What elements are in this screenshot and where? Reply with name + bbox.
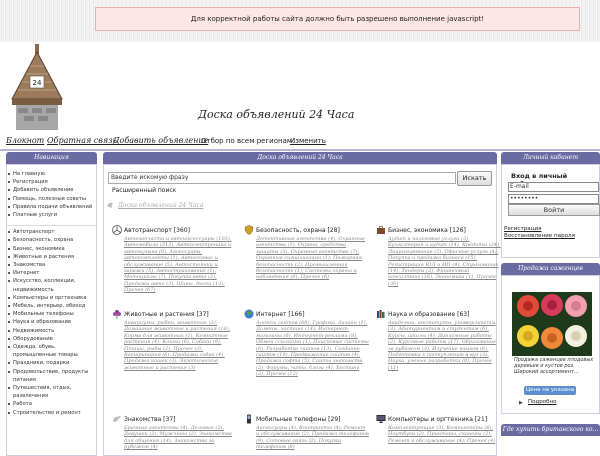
nav-cat-equipment[interactable]: Оборудование bbox=[7, 335, 96, 343]
nav-cat-business[interactable]: Бизнес, экономика bbox=[7, 245, 96, 253]
category-title[interactable]: Автотранспорт [360] bbox=[112, 226, 237, 236]
category-security: Безопасность, охрана [28] Детективные аг… bbox=[244, 225, 369, 281]
bottom-right-header: Где купить британского ко... bbox=[501, 424, 600, 436]
login-button[interactable]: Войти bbox=[508, 204, 600, 216]
category-subs[interactable]: Аудит и налоговые услуги (3), Бухгалтери… bbox=[376, 236, 501, 287]
dove-icon bbox=[113, 415, 121, 422]
category-subs[interactable]: Анонсы сайтов (68), Графика, дизайн (1),… bbox=[244, 320, 369, 378]
category-business: Бизнес, экономика [126] Аудит и налоговы… bbox=[376, 226, 501, 287]
roses-image[interactable] bbox=[512, 292, 592, 356]
category-subs[interactable]: Брачные агентства (4), Деловые (2), Деву… bbox=[112, 425, 237, 451]
nav-cat-animals[interactable]: Животные и растения bbox=[7, 253, 96, 261]
search-button[interactable]: Искать bbox=[457, 171, 492, 186]
nav-cat-phones[interactable]: Мобильные телефоны bbox=[7, 310, 96, 318]
category-title[interactable]: Наука и образование [63] bbox=[376, 310, 501, 320]
category-animals: Животные и растения [37] Аквариумы, рыбк… bbox=[112, 310, 237, 371]
category-subs[interactable]: Комплектующие (3), Компьютеры (6), Ноутб… bbox=[376, 425, 501, 444]
nav-cat-art[interactable]: Искусство, коллекции, недвижимость bbox=[7, 277, 96, 293]
bird-icon bbox=[107, 202, 113, 208]
category-title[interactable]: Животные и растения [37] bbox=[112, 310, 237, 320]
advanced-search-link[interactable]: Расширенный поиск bbox=[112, 187, 176, 194]
arrow-right-icon: ▶ bbox=[519, 400, 523, 406]
nav-cat-computers[interactable]: Компьютеры и оргтехника bbox=[7, 294, 96, 302]
category-subs[interactable]: Академии, институты, университеты (3), А… bbox=[376, 320, 501, 371]
nav-cat-travel[interactable]: Путешествия, отдых, развлечения bbox=[7, 384, 96, 400]
nav-add-ad[interactable]: Добавить объявление bbox=[7, 186, 96, 194]
nav-cat-furniture[interactable]: Мебель, интерьер, обиход bbox=[7, 302, 96, 310]
nav-home[interactable]: На главную bbox=[7, 170, 96, 178]
search-input[interactable]: Введите искомую фразу bbox=[108, 172, 456, 184]
svg-text:24: 24 bbox=[33, 79, 42, 87]
email-field[interactable]: E-mail bbox=[508, 182, 599, 192]
restore-password-link[interactable]: Восстановление пароля bbox=[504, 233, 575, 240]
category-title[interactable]: Интернет [166] bbox=[244, 310, 369, 320]
nav-paid[interactable]: Платные услуги bbox=[7, 211, 96, 219]
nav-cat-dating[interactable]: Знакомства bbox=[7, 261, 96, 269]
category-internet: Интернет [166] Анонсы сайтов (68), Графи… bbox=[244, 309, 369, 378]
password-field[interactable]: •••••••• bbox=[508, 194, 599, 204]
nav-cat-food[interactable]: Продовольствие, продукты питания bbox=[7, 368, 96, 384]
nav-cat-clothes[interactable]: Одежда, обувь, промышленные товары bbox=[7, 343, 96, 359]
nav-cat-holidays[interactable]: Праздники, подарки bbox=[7, 359, 96, 367]
category-phones: Мобильные телефоны [29] Аксессуары (4), … bbox=[244, 414, 369, 451]
category-subs[interactable]: Детективные агентства (4), Охранные аген… bbox=[244, 236, 369, 281]
globe-icon bbox=[244, 309, 254, 319]
price-button[interactable]: Цена на указана bbox=[524, 386, 576, 395]
register-link[interactable]: Регистрация bbox=[504, 226, 575, 233]
center-column-header: Доска объявлений 24 Часа bbox=[103, 152, 497, 164]
category-science: Наука и образование [63] Академии, инсти… bbox=[376, 310, 501, 371]
category-subs[interactable]: Автозапчасти и автоаксессуары (103), Авт… bbox=[112, 236, 237, 294]
promo-header: Продажа саженцев bbox=[501, 263, 600, 275]
category-title[interactable]: Бизнес, экономика [126] bbox=[376, 226, 501, 236]
change-region-link[interactable]: Изменить bbox=[290, 137, 326, 145]
category-subs[interactable]: Аксессуары (4), Контракты (4), Ремонт и … bbox=[244, 425, 369, 451]
add-ad-link[interactable]: Добавить объявление bbox=[113, 136, 208, 145]
nav-cat-science[interactable]: Наука и образование bbox=[7, 318, 96, 326]
category-title[interactable]: Компьютеры и оргтехника [21] bbox=[376, 415, 501, 425]
briefcase-icon bbox=[377, 226, 385, 234]
books-icon bbox=[377, 310, 385, 318]
nav-cat-security[interactable]: Безопасность, охрана bbox=[7, 236, 96, 244]
nav-divider bbox=[0, 149, 600, 151]
javascript-notice: Для корректной работы сайта должно быть … bbox=[95, 7, 580, 31]
region-label: Отбор по всем регионам. bbox=[201, 137, 295, 145]
nav-cat-auto[interactable]: Автотранспорт bbox=[7, 228, 96, 236]
cabinet-links: Регистрация Восстановление пароля bbox=[504, 226, 575, 240]
shield-icon bbox=[244, 225, 254, 235]
nav-cat-construction[interactable]: Строительство и ремонт bbox=[7, 409, 96, 417]
more-link[interactable]: Подробно bbox=[528, 399, 557, 405]
category-title[interactable]: Знакомства [37] bbox=[112, 415, 237, 425]
category-title[interactable]: Мобильные телефоны [29] bbox=[244, 415, 369, 425]
category-subs[interactable]: Аквариумы, рыбки, животные (3), Домашние… bbox=[112, 320, 237, 371]
category-dating: Знакомства [37] Брачные агентства (4), Д… bbox=[112, 415, 237, 451]
left-navigation: На главную Регистрация Добавить объявлен… bbox=[7, 170, 96, 417]
left-column-header: Навигация bbox=[6, 152, 97, 164]
site-title: Доска объявлений 24 Часа bbox=[198, 108, 355, 121]
nav-cat-work[interactable]: Работа bbox=[7, 400, 96, 408]
feedback-link[interactable]: Обратная связь bbox=[47, 136, 117, 145]
nav-separator bbox=[7, 219, 96, 227]
promo-text: Продажа саженцев плодовых деревьев и кус… bbox=[514, 357, 594, 376]
computer-icon bbox=[376, 415, 386, 423]
nav-cat-internet[interactable]: Интернет bbox=[7, 269, 96, 277]
nav-help[interactable]: Помощь, полезные советы bbox=[7, 195, 96, 203]
nav-register[interactable]: Регистрация bbox=[7, 178, 96, 186]
car-icon bbox=[112, 225, 122, 235]
category-title[interactable]: Безопасность, охрана [28] bbox=[244, 226, 369, 236]
site-logo[interactable]: 24 bbox=[10, 44, 66, 130]
category-computers: Компьютеры и оргтехника [21] Комплектующ… bbox=[376, 415, 501, 444]
phone-icon bbox=[247, 414, 251, 424]
breadcrumb[interactable]: Доска объявлений 24 Часа bbox=[118, 202, 203, 209]
nav-cat-realty[interactable]: Недвижимость bbox=[7, 327, 96, 335]
cabinet-header: Личный кабинет bbox=[501, 152, 600, 164]
category-auto: Автотранспорт [360] Автозапчасти и автоа… bbox=[112, 225, 237, 294]
nav-rules[interactable]: Правила подачи объявлений bbox=[7, 203, 96, 211]
flower-icon bbox=[113, 310, 121, 319]
notebook-link[interactable]: Блокнот bbox=[6, 136, 44, 145]
